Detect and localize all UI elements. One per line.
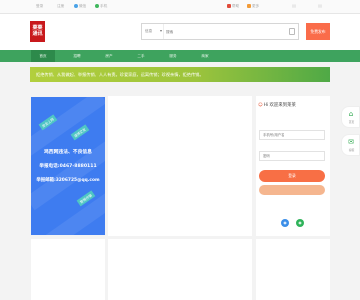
phone-icon xyxy=(227,4,231,8)
nav-item-secondhand[interactable]: 二手 xyxy=(129,50,153,62)
login-greeting: ☺Hi 欢迎来到莱莱 xyxy=(258,103,296,108)
username-field[interactable] xyxy=(259,130,325,140)
anti-pyramid-notice: 拒绝传销、从我做起、举报传销、人人有责。珍爱家庭，远离传销；珍视亲情，拒绝传销。 xyxy=(30,67,330,82)
report-poster[interactable]: 安全上网 谨慎交友 警惕诈骗 鸡西网违法、不良信息 举报电话:0467-8880… xyxy=(31,97,105,235)
content-card xyxy=(31,239,105,300)
chevron-down-icon xyxy=(160,30,162,32)
topbar-item-phone[interactable]: 帮助 xyxy=(227,4,239,9)
nav-item-housing[interactable]: 房产 xyxy=(97,50,121,62)
topbar-item-water[interactable]: 微信 xyxy=(74,4,86,9)
login-panel: ☺Hi 欢迎来到莱莱 登录 ◉ ◉ xyxy=(256,96,330,236)
float-label: 客服 xyxy=(348,148,355,152)
password-field[interactable] xyxy=(259,151,325,161)
login-button[interactable]: 登录 xyxy=(259,170,325,182)
poster-phone: 举报电话:0467-8880111 xyxy=(39,164,97,169)
topbar-item-menu[interactable]: ▯▯ xyxy=(318,4,322,8)
content-card xyxy=(108,96,252,236)
qq-icon[interactable]: ◉ xyxy=(281,219,289,227)
topbar-item-wechat[interactable]: 手机 xyxy=(95,4,107,9)
water-drop-icon xyxy=(74,4,78,8)
clipboard-icon[interactable] xyxy=(289,28,295,35)
search-category-select[interactable]: 信息 xyxy=(142,24,164,39)
float-label: 首页 xyxy=(348,120,355,124)
home-icon: ⌂ xyxy=(348,110,354,118)
poster-email: 举报邮箱:3206725@qq.com xyxy=(36,178,100,183)
search-box: 信息 xyxy=(141,23,299,40)
post-button[interactable]: 免费发布 xyxy=(306,23,330,40)
site-logo[interactable]: 莱莱 通讯 xyxy=(30,21,45,42)
topbar-item-help[interactable]: 更多 xyxy=(247,4,259,9)
topbar-item-more[interactable]: ▯▯ xyxy=(292,4,296,8)
nav-item-merchants[interactable]: 商家 xyxy=(193,50,217,62)
content-card xyxy=(256,239,330,300)
nav-item-home[interactable]: 首页 xyxy=(31,50,55,62)
search-input[interactable] xyxy=(166,24,286,39)
chat-icon: ✉ xyxy=(348,138,354,146)
nav-item-jobs[interactable]: 招聘 xyxy=(65,50,89,62)
top-bar: 登录 注册 微信 手机 帮助 更多 ▯▯ ▯▯ xyxy=(0,0,360,14)
float-chat-button[interactable]: ✉ 客服 xyxy=(341,134,360,156)
wechat-icon[interactable]: ◉ xyxy=(296,219,304,227)
poster-chip: 谨慎交友 xyxy=(70,124,89,141)
float-home-button[interactable]: ⌂ 首页 xyxy=(341,106,360,128)
poster-headline: 鸡西网违法、不良信息 xyxy=(44,150,92,155)
logo-line-2: 通讯 xyxy=(32,31,43,37)
register-button[interactable] xyxy=(259,185,325,195)
topbar-login-link[interactable]: 登录 xyxy=(36,4,43,9)
smile-icon: ☺ xyxy=(258,103,263,108)
content-card xyxy=(108,239,252,300)
topbar-register-link[interactable]: 注册 xyxy=(57,4,64,9)
flag-icon xyxy=(247,4,251,8)
main-nav: 首页 招聘 房产 二手 服务 商家 xyxy=(0,50,360,62)
wechat-icon xyxy=(95,4,99,8)
nav-item-services[interactable]: 服务 xyxy=(161,50,185,62)
search-category-label: 信息 xyxy=(145,29,153,33)
